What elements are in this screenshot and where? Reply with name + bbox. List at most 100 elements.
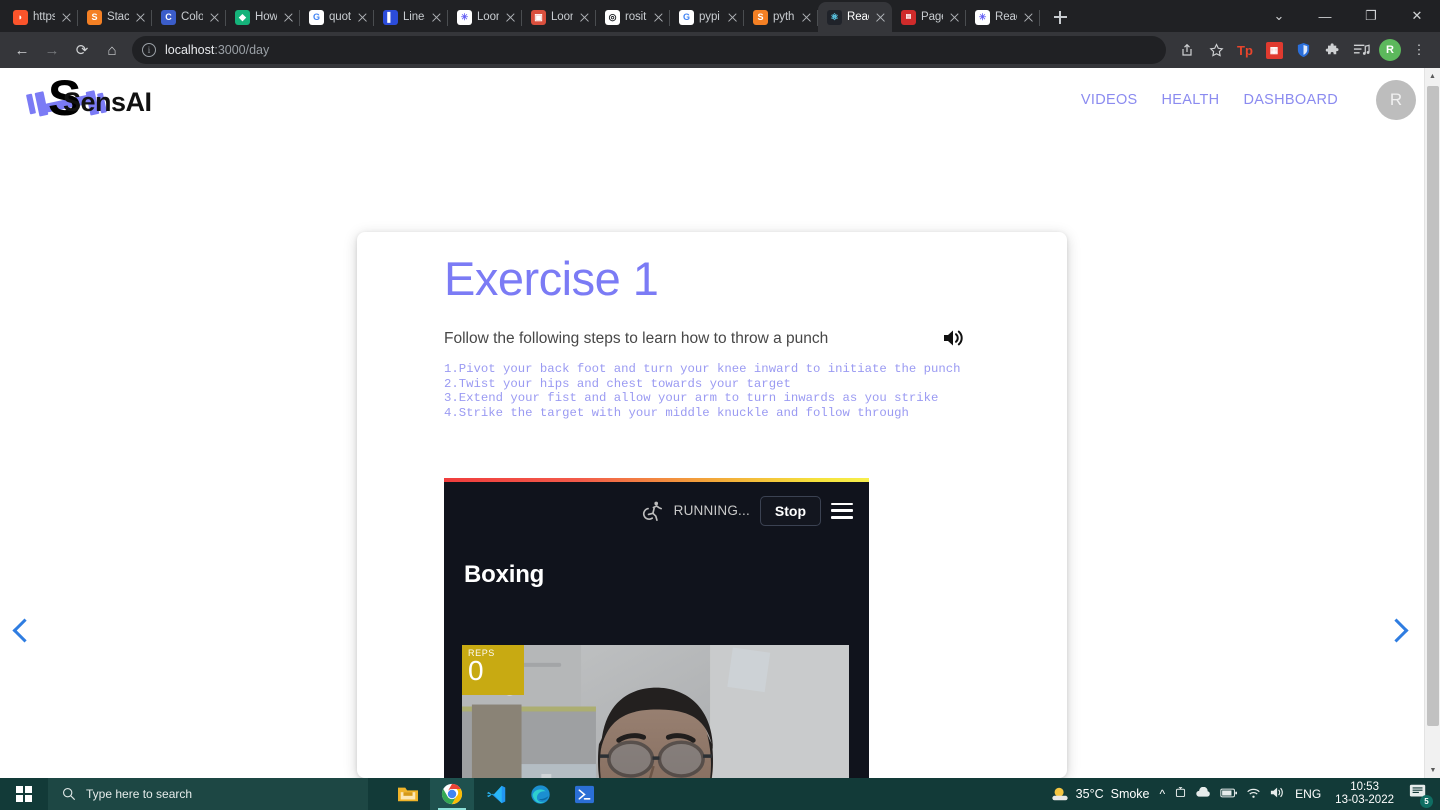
chevron-right-icon [1384, 618, 1409, 643]
extensions-puzzle-icon[interactable] [1319, 37, 1345, 63]
language-indicator[interactable]: ENG [1295, 787, 1321, 801]
close-icon[interactable] [652, 11, 665, 24]
taskbar-clock[interactable]: 10:53 13-03-2022 [1331, 781, 1398, 807]
volume-icon[interactable] [1270, 786, 1286, 802]
taskbar-microsoft-edge[interactable] [518, 778, 562, 810]
battery-icon[interactable] [1220, 787, 1238, 801]
file-explorer-icon [398, 787, 418, 802]
sensai-logo[interactable]: S SensAI [18, 72, 238, 126]
reload-icon[interactable]: ⟳ [68, 36, 96, 64]
taskbar-search[interactable]: Type here to search [48, 778, 368, 810]
next-exercise-button[interactable] [1384, 614, 1418, 648]
new-tab-button[interactable] [1046, 3, 1074, 31]
browser-tab-13[interactable]: ✳ Reac [966, 2, 1040, 32]
bookmark-star-icon[interactable] [1203, 37, 1229, 63]
share-icon[interactable] [1174, 37, 1200, 63]
media-playlist-icon[interactable] [1348, 37, 1374, 63]
back-icon[interactable]: ← [8, 36, 36, 64]
minimize-icon[interactable]: — [1302, 0, 1348, 32]
taskbar-google-chrome[interactable] [430, 778, 474, 810]
tab-title: Page [921, 11, 943, 23]
site-header: S SensAI VIDEOS HEALTH DASHBOARD R [0, 68, 1440, 132]
weather-widget[interactable]: 35°C Smoke [1051, 785, 1150, 803]
forward-icon[interactable]: → [38, 36, 66, 64]
browser-tab-4[interactable]: G quot [300, 2, 374, 32]
browser-tab-11-active[interactable]: ⚛ Reac [818, 2, 892, 32]
toolbar-icon-group: Tp ▦ R ⋮ [1174, 37, 1432, 63]
stackoverflow-icon: S [87, 9, 102, 25]
nav-link-videos[interactable]: VIDEOS [1081, 92, 1138, 108]
close-icon[interactable] [134, 11, 147, 24]
taskbar-file-explorer[interactable] [386, 778, 430, 810]
video-panel-toolbar: RUNNING... Stop [444, 482, 869, 539]
extension-red-icon[interactable]: ▦ [1261, 37, 1287, 63]
logo-wordmark: SensAI [63, 87, 152, 117]
taskbar-vs-code[interactable] [474, 778, 518, 810]
site-info-icon[interactable]: i [142, 43, 156, 57]
profile-initial: R [1379, 39, 1401, 61]
hamburger-menu-icon[interactable] [831, 502, 853, 519]
step-3: 3.Extend your fist and allow your arm to… [444, 391, 939, 406]
notification-center-button[interactable]: 5 [1408, 783, 1433, 808]
weather-desc: Smoke [1110, 787, 1150, 801]
browser-tab-7[interactable]: ▣ Loon [522, 2, 596, 32]
onedrive-sync-icon[interactable] [1174, 786, 1187, 802]
taskbar-powershell[interactable] [562, 778, 606, 810]
prev-exercise-button[interactable] [8, 614, 42, 648]
close-icon[interactable] [874, 11, 887, 24]
wifi-icon[interactable] [1246, 787, 1261, 802]
page-scrollbar[interactable]: ▲ ▼ [1424, 68, 1440, 778]
browser-tab-0[interactable]: ◗ https [4, 2, 78, 32]
close-icon[interactable] [282, 11, 295, 24]
scroll-down-icon[interactable]: ▼ [1425, 762, 1440, 778]
tab-title: Reac [995, 11, 1017, 23]
extension-tp-icon[interactable]: Tp [1232, 37, 1258, 63]
browser-tab-5[interactable]: ▌ Lines [374, 2, 448, 32]
nav-link-health[interactable]: HEALTH [1162, 92, 1220, 108]
close-window-icon[interactable]: ✕ [1394, 0, 1440, 32]
browser-tab-6[interactable]: ✳ Loon [448, 2, 522, 32]
tab-title: quot [329, 11, 351, 23]
browser-tab-2[interactable]: C Colo [152, 2, 226, 32]
exercise-name: Boxing [464, 561, 545, 588]
close-icon[interactable] [60, 11, 73, 24]
user-avatar[interactable]: R [1376, 80, 1416, 120]
close-icon[interactable] [208, 11, 221, 24]
scrollbar-thumb[interactable] [1427, 86, 1439, 726]
browser-tab-8[interactable]: ◎ rosit [596, 2, 670, 32]
stackoverflow-icon: S [753, 9, 768, 25]
tray-expand-icon[interactable]: ^ [1160, 787, 1166, 801]
chrome-menu-icon[interactable]: ⋮ [1406, 37, 1432, 63]
browser-tab-9[interactable]: G pypi [670, 2, 744, 32]
address-bar[interactable]: i localhost:3000/day [132, 36, 1166, 64]
tab-search-chevron-icon[interactable]: ⌄ [1256, 0, 1302, 32]
browser-tab-3[interactable]: ◆ How [226, 2, 300, 32]
url-path: :3000/day [214, 43, 270, 57]
maximize-icon[interactable]: ❐ [1348, 0, 1394, 32]
powershell-icon [574, 785, 594, 803]
close-icon[interactable] [430, 11, 443, 24]
nav-link-dashboard[interactable]: DASHBOARD [1243, 92, 1338, 108]
close-icon[interactable] [356, 11, 369, 24]
stop-button[interactable]: Stop [759, 495, 821, 526]
close-icon[interactable] [948, 11, 961, 24]
close-icon[interactable] [578, 11, 591, 24]
extension-shield-icon[interactable] [1290, 37, 1316, 63]
start-button[interactable] [0, 778, 48, 810]
browser-tab-12[interactable]: ▤ Page [892, 2, 966, 32]
loom-doc-icon: ▣ [531, 9, 546, 25]
home-icon[interactable]: ⌂ [98, 36, 126, 64]
tray-icon-group: ^ ENG [1160, 786, 1321, 802]
scroll-up-icon[interactable]: ▲ [1425, 68, 1440, 84]
close-icon[interactable] [504, 11, 517, 24]
profile-avatar-button[interactable]: R [1377, 37, 1403, 63]
cloud-icon[interactable] [1196, 786, 1211, 801]
browser-tab-1[interactable]: S Stack [78, 2, 152, 32]
close-icon[interactable] [800, 11, 813, 24]
close-icon[interactable] [726, 11, 739, 24]
volume-up-icon[interactable] [942, 327, 966, 349]
browser-tab-10[interactable]: S pyth [744, 2, 818, 32]
tab-title: Stack [107, 11, 129, 23]
close-icon[interactable] [1022, 11, 1035, 24]
exercise-subtitle: Follow the following steps to learn how … [444, 330, 829, 348]
